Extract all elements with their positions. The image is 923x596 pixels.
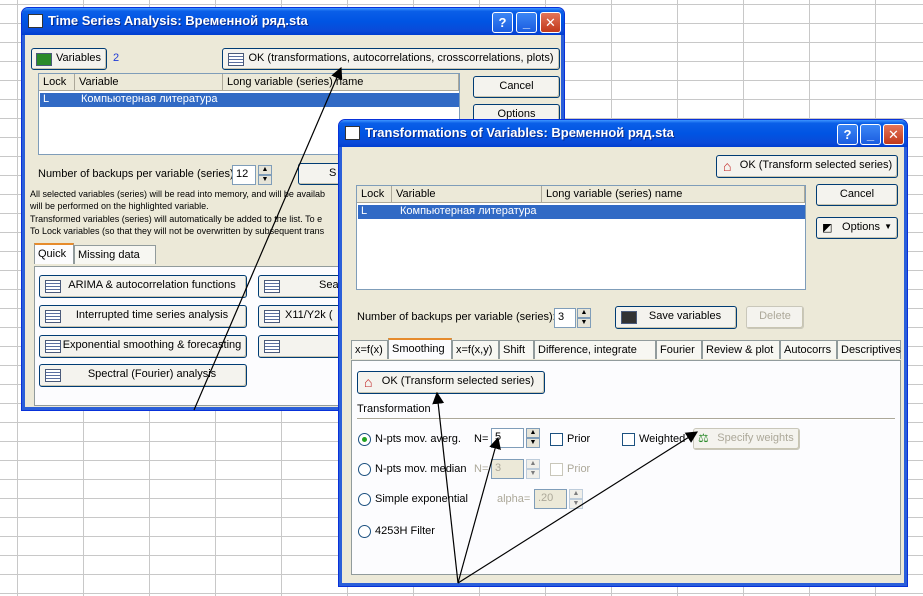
variables-button[interactable]: Variables — [31, 48, 107, 70]
backups-label: Number of backups per variable (series): — [38, 168, 237, 180]
column-header-long-name[interactable]: Long variable (series) name — [223, 74, 459, 91]
minimize-button[interactable]: _ — [860, 124, 881, 145]
title-bar[interactable]: Transformations of Variables: Временной … — [339, 120, 907, 147]
tab-x-f-x-y[interactable]: x=f(x,y) — [452, 340, 499, 359]
seasonal-icon — [264, 280, 280, 293]
close-button[interactable]: ✕ — [540, 12, 561, 33]
weighted-checkbox[interactable] — [622, 433, 635, 446]
ok-transform-top-button[interactable]: ⌂ OK (Transform selected series) — [716, 155, 898, 178]
tab-strip: x=f(x) Smoothing x=f(x,y) Shift Differen… — [351, 338, 901, 360]
close-button[interactable]: ✕ — [883, 124, 904, 145]
window-title: Transformations of Variables: Временной … — [365, 125, 674, 140]
prior-label[interactable]: Prior — [567, 433, 590, 445]
backups-input[interactable]: 3 — [554, 308, 576, 328]
ok-transform-inner-button[interactable]: ⌂ OK (Transform selected series) — [357, 371, 545, 394]
tab-difference-integrate[interactable]: Difference, integrate — [534, 340, 656, 359]
radio-simple-exponential[interactable] — [358, 493, 371, 506]
window-title: Time Series Analysis: Временной ряд.sta — [48, 13, 308, 28]
cancel-button[interactable]: Cancel — [473, 76, 560, 98]
info-line-1: All selected variables (series) will be … — [30, 189, 325, 199]
transformations-window: Transformations of Variables: Временной … — [338, 119, 908, 587]
minimize-button[interactable]: _ — [516, 12, 537, 33]
transformation-group-label: Transformation — [357, 403, 431, 415]
alpha-stepper[interactable]: ▲ ▼ — [569, 489, 583, 509]
alpha-label: alpha= — [497, 493, 531, 505]
tab-autocorrs[interactable]: Autocorrs — [780, 340, 837, 359]
specify-weights-button[interactable]: ⚖ Specify weights — [693, 428, 800, 450]
app-icon — [28, 14, 43, 28]
backups-stepper[interactable]: ▲ ▼ — [258, 165, 272, 185]
tab-smoothing[interactable]: Smoothing — [388, 338, 452, 359]
backups-stepper[interactable]: ▲ ▼ — [577, 308, 591, 328]
weighted-label[interactable]: Weighted — [639, 433, 685, 445]
column-header-variable[interactable]: Variable — [392, 186, 542, 203]
alpha-input[interactable]: .20 — [534, 489, 567, 509]
n-input[interactable]: 5 — [491, 428, 524, 448]
table-row[interactable]: L Компьютерная литература — [358, 205, 805, 219]
variables-icon — [36, 53, 52, 66]
column-header-long-name[interactable]: Long variable (series) name — [542, 186, 805, 203]
moving-average-label[interactable]: N-pts mov. averg. — [375, 433, 461, 445]
delete-button[interactable]: Delete — [746, 306, 804, 329]
n-label: N= — [474, 433, 489, 445]
radio-4253h-filter[interactable] — [358, 525, 371, 538]
n-input-disabled[interactable]: 3 — [491, 459, 524, 479]
n-stepper[interactable]: ▲ ▼ — [526, 428, 540, 448]
x11-icon — [264, 310, 280, 323]
prior-checkbox-disabled[interactable] — [550, 463, 563, 476]
tab-descriptives[interactable]: Descriptives — [837, 340, 901, 359]
variables-count: 2 — [113, 52, 120, 64]
moving-median-label[interactable]: N-pts mov. median — [375, 463, 467, 475]
radio-moving-median[interactable] — [358, 463, 371, 476]
prior-checkbox[interactable] — [550, 433, 563, 446]
app-icon — [345, 126, 360, 140]
weights-icon: ⚖ — [698, 431, 709, 445]
dropdown-arrow-icon: ▼ — [884, 222, 892, 231]
ok-button[interactable]: OK (transformations, autocorrelations, c… — [222, 48, 560, 70]
n-stepper-disabled[interactable]: ▲ ▼ — [526, 459, 540, 479]
info-line-2: will be performed on the highlighted var… — [30, 201, 209, 211]
tab-fourier[interactable]: Fourier — [656, 340, 702, 359]
column-header-lock[interactable]: Lock — [39, 74, 75, 91]
transformation-divider — [357, 418, 895, 420]
column-header-lock[interactable]: Lock — [357, 186, 392, 203]
radio-moving-average[interactable] — [358, 433, 371, 446]
table-row[interactable]: L Компьютерная литература — [40, 93, 459, 107]
third-right-icon — [264, 340, 280, 353]
column-header-variable[interactable]: Variable — [75, 74, 223, 91]
tab-review-plot[interactable]: Review & plot — [702, 340, 780, 359]
variables-list[interactable]: Lock Variable Long variable (series) nam… — [356, 185, 806, 290]
cancel-button[interactable]: Cancel — [816, 184, 898, 206]
exponential-button[interactable]: Exponential smoothing & forecasting — [39, 335, 247, 358]
tab-quick[interactable]: Quick — [34, 243, 74, 264]
tab-shift[interactable]: Shift — [499, 340, 534, 359]
ok-icon — [228, 53, 244, 66]
tab-x-f-x[interactable]: x=f(x) — [351, 340, 388, 359]
backups-label: Number of backups per variable (series): — [357, 311, 556, 323]
help-button[interactable]: ? — [837, 124, 858, 145]
simple-exponential-label[interactable]: Simple exponential — [375, 493, 468, 505]
prior-label-disabled: Prior — [567, 463, 591, 475]
info-line-4: To Lock variables (so that they will not… — [30, 226, 325, 236]
help-button[interactable]: ? — [492, 12, 513, 33]
arima-button[interactable]: ARIMA & autocorrelation functions — [39, 275, 247, 298]
title-bar[interactable]: Time Series Analysis: Временной ряд.sta … — [22, 8, 564, 35]
info-line-3: Transformed variables (series) will auto… — [30, 214, 323, 224]
spectral-button[interactable]: Spectral (Fourier) analysis — [39, 364, 247, 387]
interrupted-button[interactable]: Interrupted time series analysis — [39, 305, 247, 328]
backups-input[interactable]: 12 — [232, 165, 256, 185]
n-label-disabled: N= — [474, 463, 489, 475]
tab-missing-data[interactable]: Missing data — [74, 245, 156, 264]
save-variables-button[interactable]: Save variables — [615, 306, 737, 329]
house-icon: ⌂ — [723, 158, 732, 174]
options-button[interactable]: ◩ Options ▼ — [816, 217, 898, 239]
filter-4253h-label[interactable]: 4253H Filter — [375, 525, 435, 537]
